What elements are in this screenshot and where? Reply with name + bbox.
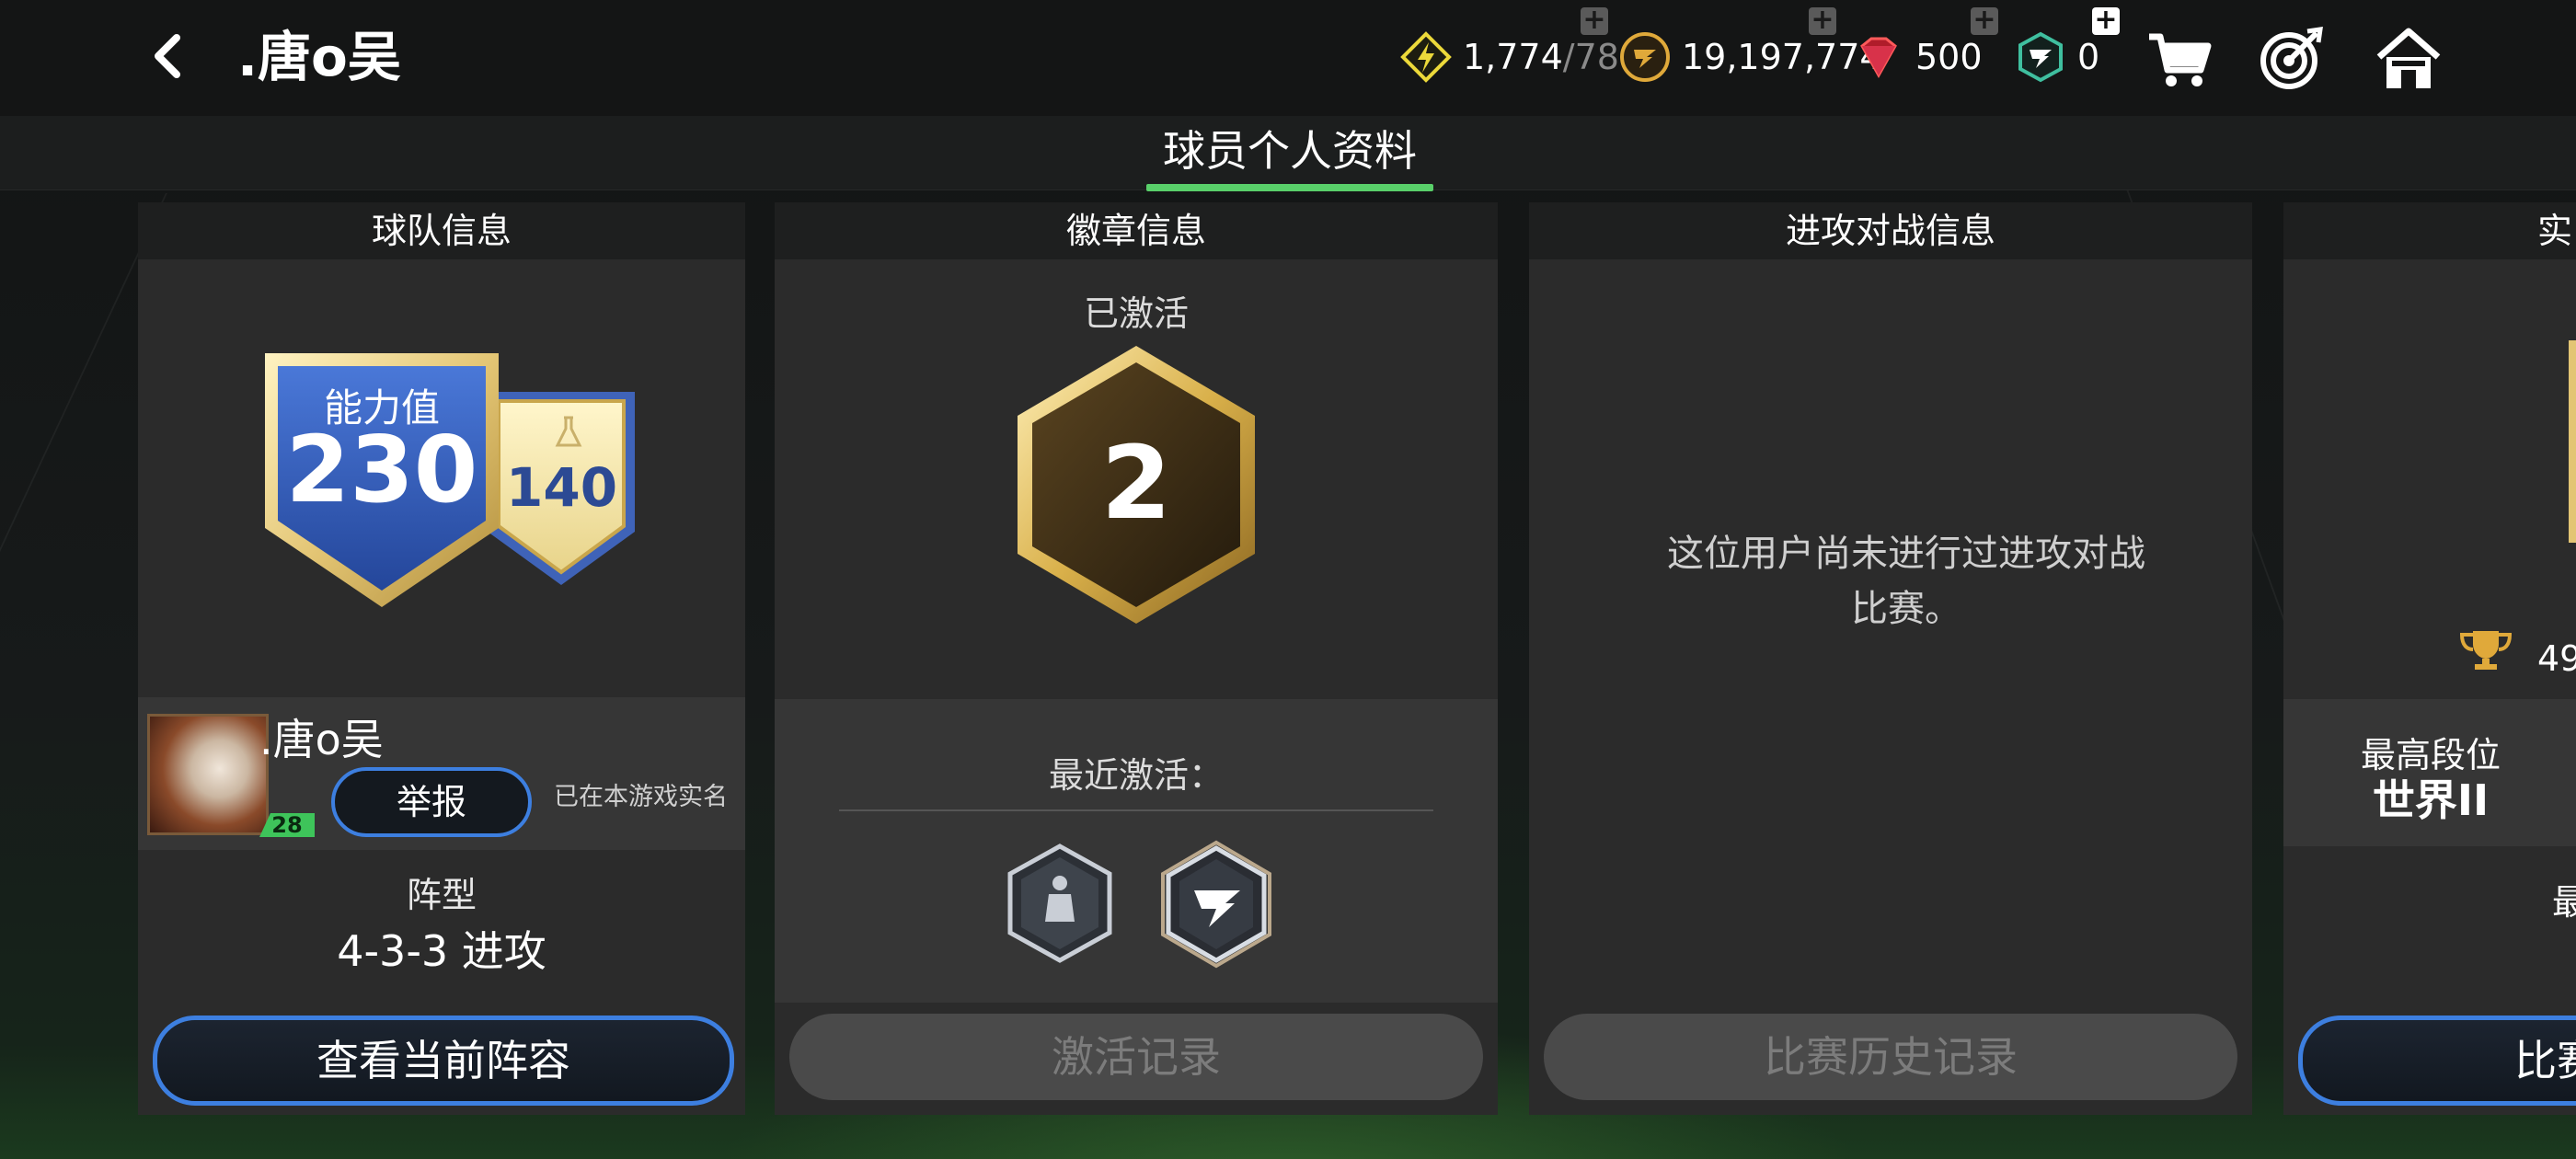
add-gems-button[interactable]: +	[1971, 6, 1998, 35]
view-current-lineup-button[interactable]: 查看当前阵容	[153, 1016, 734, 1106]
tab-player-profile[interactable]: 球员个人资料	[1146, 116, 1433, 189]
add-energy-button[interactable]: +	[1581, 6, 1608, 35]
fc-points-value: 0	[2077, 37, 2100, 77]
activation-history-button[interactable]: 激活记录	[789, 1014, 1483, 1100]
ovr-value: 230	[285, 416, 478, 523]
gem-icon	[1860, 37, 1897, 79]
chevron-left-icon	[155, 34, 180, 78]
energy-icon	[1400, 31, 1452, 83]
fc-points-currency[interactable]: 0	[2015, 28, 2099, 86]
empty-state-text: 这位用户尚未进行过进攻对战 比赛。	[1621, 526, 2191, 637]
add-coins-button[interactable]: +	[1809, 6, 1836, 35]
activated-count: 2	[1100, 424, 1172, 542]
player-name: .唐o吴	[259, 715, 384, 764]
team-info-panel: 球队信息 能力值 230 140 28 .唐o吴 举报 已在本游戏实名 阵型 4…	[138, 202, 745, 1115]
back-button[interactable]	[138, 24, 197, 88]
empty-state-line-1: 这位用户尚未进行过进攻对战	[1667, 533, 2145, 575]
attack-battle-panel: 进攻对战信息 这位用户尚未进行过进攻对战 比赛。 比赛历史记录	[1529, 202, 2252, 1115]
tab-active-indicator	[1146, 184, 1433, 191]
empty-state-line-2: 比赛。	[1851, 588, 1961, 630]
avatar	[147, 714, 269, 835]
coin-currency[interactable]: 19,197,774	[1619, 28, 1882, 86]
energy-currency[interactable]: 1,774/78	[1400, 28, 1619, 86]
fc-logo-badge-icon[interactable]	[1152, 837, 1281, 971]
recent-activation-section	[775, 699, 1498, 1003]
recent-activation-label: 最近激活：	[1048, 755, 1224, 796]
lab-value: 140	[506, 456, 618, 519]
stat-label-partial: 最	[2552, 882, 2576, 923]
home-icon[interactable]	[2374, 24, 2444, 94]
match-button[interactable]: 比赛	[2298, 1016, 2576, 1106]
trophy-figure-badge-icon[interactable]	[1005, 843, 1115, 964]
report-button[interactable]: 举报	[331, 767, 532, 837]
flask-icon	[555, 416, 582, 447]
coin-icon	[1620, 32, 1670, 82]
top-bar: .唐o吴 1,774/78 + 19,197,774 + 500 + 0 +	[0, 0, 2576, 116]
trophy-icon	[2459, 631, 2513, 670]
fc-points-icon	[2018, 31, 2063, 83]
trophy-value: 49	[2537, 638, 2576, 679]
match-history-button[interactable]: 比赛历史记录	[1544, 1014, 2237, 1100]
target-icon[interactable]	[2256, 24, 2326, 94]
formation-label: 阵型	[406, 875, 477, 915]
energy-suffix: /78	[1562, 37, 1619, 77]
gem-currency[interactable]: 500	[1853, 28, 1983, 86]
team-info-title: 球队信息	[138, 202, 745, 259]
activated-label: 已激活	[1083, 293, 1189, 334]
rank-shield-icon	[2569, 340, 2576, 543]
verified-text: 已在本游戏实名	[554, 783, 728, 811]
attack-battle-title: 进攻对战信息	[1529, 202, 2252, 259]
divider	[839, 809, 1433, 811]
shopping-cart-icon[interactable]	[2144, 24, 2214, 94]
page-title: .唐o吴	[237, 26, 401, 88]
rank-panel-title: 实	[2283, 202, 2576, 259]
badge-info-title: 徽章信息	[775, 202, 1498, 259]
add-fc-points-button[interactable]: +	[2092, 6, 2120, 35]
badge-info-panel: 徽章信息 已激活 2 最近激活： 激活记录	[775, 202, 1498, 1115]
highest-rank-value: 世界II	[2372, 775, 2490, 825]
coin-value: 19,197,774	[1682, 37, 1882, 77]
energy-value: 1,774	[1463, 37, 1563, 77]
rank-panel: 实 49 最高段位 世界II 最 比赛	[2283, 202, 2576, 1115]
formation-value: 4-3-3 进攻	[337, 926, 546, 976]
gem-value: 500	[1915, 37, 1983, 77]
